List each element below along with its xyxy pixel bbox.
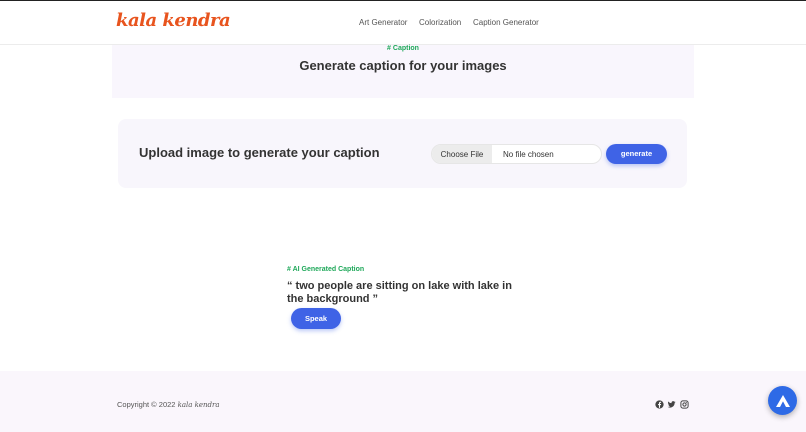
upload-panel: Upload image to generate your caption Ch… — [118, 119, 687, 188]
hero-section: # Caption Generate caption for your imag… — [112, 45, 694, 98]
file-status: No file chosen — [503, 150, 554, 159]
generate-button[interactable]: generate — [606, 144, 667, 164]
page-title: Generate caption for your images — [299, 58, 507, 73]
instagram-icon[interactable] — [680, 400, 689, 409]
copyright-text: Copyright © 2022 — [117, 400, 176, 409]
copyright: Copyright © 2022 kala kendra — [117, 400, 220, 409]
choose-file-button[interactable]: Choose File — [432, 145, 492, 163]
facebook-icon[interactable] — [655, 400, 664, 409]
footer: Copyright © 2022 kala kendra — [0, 371, 806, 432]
speak-button[interactable]: Speak — [291, 308, 341, 329]
twitter-icon[interactable] — [667, 400, 676, 409]
logo[interactable]: kala kendra — [116, 10, 231, 31]
assistant-logo-icon — [775, 394, 790, 407]
nav-caption-generator[interactable]: Caption Generator — [473, 18, 539, 27]
nav-colorization[interactable]: Colorization — [419, 18, 461, 27]
file-input[interactable]: Choose File No file chosen — [431, 144, 602, 164]
assistant-launcher-button[interactable] — [768, 386, 797, 415]
generated-caption: “ two people are sitting on lake with la… — [287, 280, 512, 305]
footer-brand: kala kendra — [177, 401, 220, 409]
nav-art-generator[interactable]: Art Generator — [359, 18, 407, 27]
upload-title: Upload image to generate your caption — [139, 145, 380, 160]
navbar: kala kendra Art Generator Colorization C… — [0, 1, 806, 45]
hero-tag: # Caption — [387, 45, 419, 52]
result-tag: # AI Generated Caption — [287, 266, 365, 273]
